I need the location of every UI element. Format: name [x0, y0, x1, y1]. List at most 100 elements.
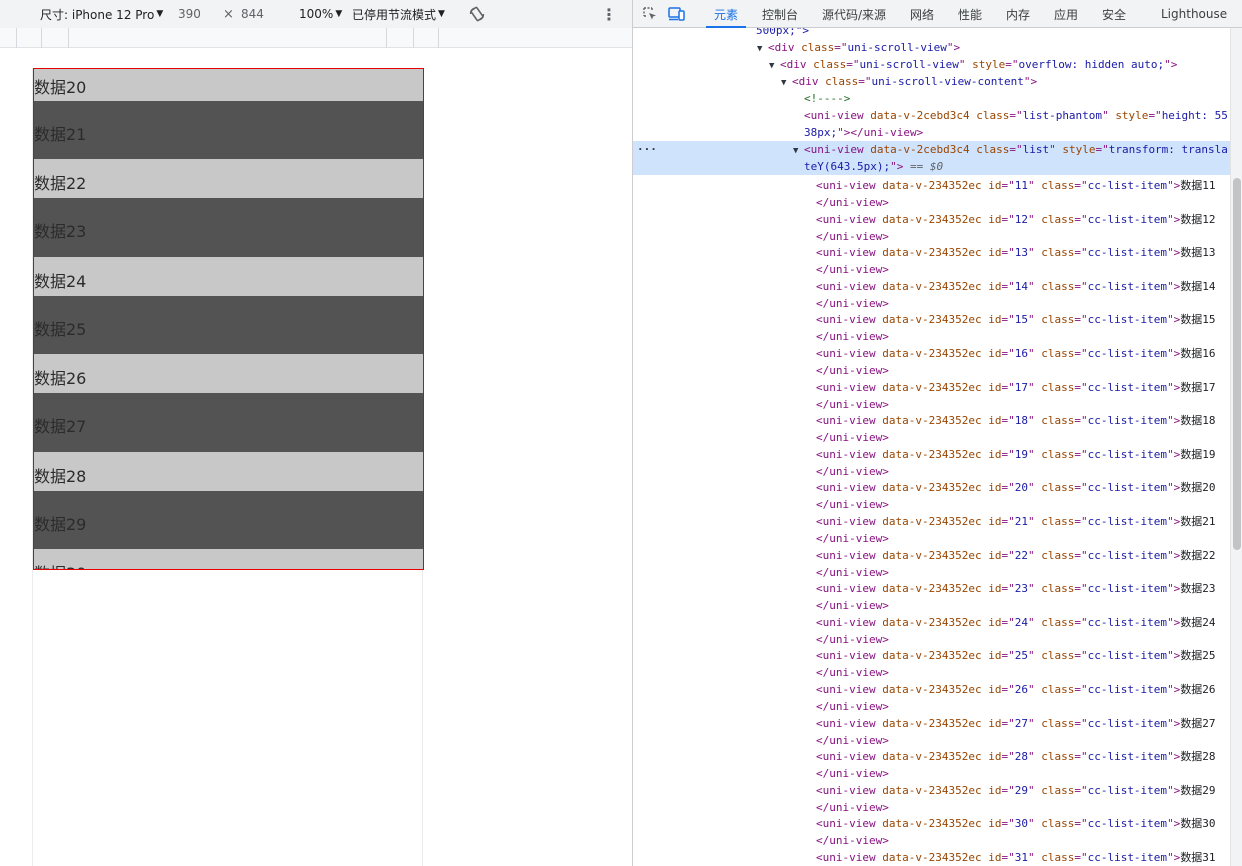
dom-node-list-item[interactable]: <uni-view data-v-234352ec id="19" class=… [633, 446, 1231, 463]
tab-security[interactable]: 安全 [1102, 0, 1126, 28]
dom-node-list-item[interactable]: <uni-view data-v-234352ec id="17" class=… [633, 379, 1231, 396]
attr-name: data-v-234352ec [882, 481, 982, 494]
dom-node-close-tag[interactable]: </uni-view> [633, 597, 1231, 614]
dom-node-list-item[interactable]: <uni-view data-v-234352ec id="27" class=… [633, 715, 1231, 732]
dom-node-list-item[interactable]: <uni-view data-v-234352ec id="11" class=… [633, 177, 1231, 194]
dom-node-list-item[interactable]: <uni-view data-v-234352ec id="29" class=… [633, 782, 1231, 799]
list-item-label: 数据26 [34, 369, 87, 388]
dom-node-close-tag[interactable]: </uni-view> [633, 732, 1231, 749]
dom-node-list-item[interactable]: <uni-view data-v-234352ec id="28" class=… [633, 748, 1231, 765]
list-item[interactable]: 数据28 [34, 452, 423, 491]
dom-node-list-item[interactable]: <uni-view data-v-234352ec id="21" class=… [633, 513, 1231, 530]
tab-console[interactable]: 控制台 [762, 0, 798, 28]
fragment-text: 500px;"> [756, 28, 809, 37]
dom-node-close-tag[interactable]: </uni-view> [633, 799, 1231, 816]
tab-elements[interactable]: 元素 [705, 0, 747, 28]
list-item[interactable]: 数据24 [34, 257, 423, 296]
dom-node-list-item[interactable]: <uni-view data-v-234352ec id="30" class=… [633, 815, 1231, 832]
attr-value: cc-list-item [1087, 414, 1168, 427]
list-item[interactable]: 数据27 [34, 393, 423, 452]
list-item[interactable]: 数据22 [34, 159, 423, 198]
dom-node-list-item[interactable]: <uni-view data-v-234352ec id="20" class=… [633, 479, 1231, 496]
zoom-select[interactable]: 100% ▼ [299, 0, 342, 28]
dom-node-list-item[interactable]: <uni-view data-v-234352ec id="18" class=… [633, 412, 1231, 429]
throttle-select[interactable]: 已停用节流模式 ▼ [352, 0, 445, 28]
dom-node-close-tag[interactable]: </uni-view> [633, 698, 1231, 715]
node-text: 数据28 [1180, 750, 1216, 763]
inspect-element-icon[interactable] [641, 5, 659, 23]
width-input[interactable]: 390 [178, 0, 201, 28]
list-item[interactable]: 数据26 [34, 354, 423, 393]
dom-node-comment[interactable]: <!----> [633, 90, 1231, 107]
dom-node-list-item[interactable]: <uni-view data-v-234352ec id="16" class=… [633, 345, 1231, 362]
list-item[interactable]: 数据23 [34, 198, 423, 257]
list-item[interactable]: 数据25 [34, 296, 423, 354]
dom-node-scroll-view[interactable]: ▼ <div class="uni-scroll-view"> [633, 39, 1231, 56]
rotate-icon[interactable] [467, 0, 487, 28]
dom-node-close-tag[interactable]: </uni-view> [633, 261, 1231, 278]
dom-node-close-tag[interactable]: </uni-view> [633, 362, 1231, 379]
dom-node-close-tag[interactable]: </uni-view> [633, 631, 1231, 648]
dom-node-scroll-content[interactable]: ▼ <div class="uni-scroll-view-content"> [633, 73, 1231, 90]
dom-node-close-tag[interactable]: </uni-view> [633, 295, 1231, 312]
scroll-view[interactable]: 数据20 数据21 数据22 数据23 数据24 数据25 数据26 数据27 … [33, 68, 424, 570]
dom-node-list-item[interactable]: <uni-view data-v-234352ec id="26" class=… [633, 681, 1231, 698]
dom-node-list-item[interactable]: <uni-view data-v-234352ec id="22" class=… [633, 547, 1231, 564]
dom-node-list-item[interactable]: <uni-view data-v-234352ec id="31" class=… [633, 849, 1231, 866]
tab-sources[interactable]: 源代码/来源 [822, 0, 886, 28]
node-text: 数据16 [1180, 347, 1216, 360]
dom-node-close-tag[interactable]: </uni-view> [633, 328, 1231, 345]
dom-node-close-tag[interactable]: </uni-view> [633, 765, 1231, 782]
dom-node-list-item[interactable]: <uni-view data-v-234352ec id="14" class=… [633, 278, 1231, 295]
device-select[interactable]: 尺寸: iPhone 12 Pro ▼ [40, 0, 163, 28]
dom-node-list-item[interactable]: <uni-view data-v-234352ec id="23" class=… [633, 580, 1231, 597]
dom-node-list-item[interactable]: <uni-view data-v-234352ec id="13" class=… [633, 244, 1231, 261]
attr-value: list-phantom [1022, 109, 1103, 122]
dom-scrollbar[interactable] [1230, 28, 1242, 866]
list-item[interactable]: 数据21 [34, 101, 423, 159]
dom-node-list-selected[interactable]: ··· ▼ <uni-view data-v-2cebd3c4 class="li… [633, 141, 1231, 175]
tab-performance[interactable]: 性能 [958, 0, 982, 28]
dom-node-close-tag[interactable]: </uni-view> [633, 832, 1231, 849]
tab-memory[interactable]: 内存 [1006, 0, 1030, 28]
dom-node-close-tag[interactable]: </uni-view> [633, 664, 1231, 681]
dom-node-list-item[interactable]: <uni-view data-v-234352ec id="15" class=… [633, 311, 1231, 328]
more-vertical-icon[interactable]: ⋮ [601, 0, 617, 28]
dom-node-close-tag[interactable]: </uni-view> [633, 194, 1231, 211]
dom-node-close-tag[interactable]: </uni-view> [633, 564, 1231, 581]
dom-node-list-phantom[interactable]: <uni-view data-v-2cebd3c4 class="list-ph… [633, 107, 1231, 124]
dom-node-list-item[interactable]: <uni-view data-v-234352ec id="12" class=… [633, 211, 1231, 228]
attr-value: 19 [1014, 448, 1028, 461]
height-input[interactable]: 844 [241, 0, 264, 28]
attr-name: data-v-234352ec [882, 246, 982, 259]
throttle-select-label: 已停用节流模式 [352, 7, 437, 22]
dom-node-scroll-view-inner[interactable]: ▼ <div class="uni-scroll-view" style="ove… [633, 56, 1231, 73]
dom-node-close-tag[interactable]: </uni-view> [633, 429, 1231, 446]
list-item[interactable]: 数据20 [34, 69, 423, 101]
attr-name: data-v-234352ec [882, 414, 982, 427]
dom-node-list-item[interactable]: <uni-view data-v-234352ec id="24" class=… [633, 614, 1231, 631]
dom-node-close-tag[interactable]: </uni-view> [633, 228, 1231, 245]
list-item[interactable]: 数据29 [34, 491, 423, 549]
dom-node-list-phantom-cont[interactable]: 38px;"></uni-view> [633, 124, 1231, 141]
dom-scrollbar-thumb[interactable] [1233, 178, 1241, 550]
node-text: 数据23 [1180, 582, 1216, 595]
dom-node-list-item[interactable]: <uni-view data-v-234352ec id="25" class=… [633, 647, 1231, 664]
dom-node-close-tag[interactable]: </uni-view> [633, 396, 1231, 413]
attr-value: cc-list-item [1087, 515, 1168, 528]
dom-node-fragment[interactable]: 500px;"> [633, 28, 1231, 39]
device-emulation-pane: 尺寸: iPhone 12 Pro ▼ 390 × 844 100% ▼ 已停用… [0, 0, 632, 866]
attr-value: 23 [1014, 582, 1028, 595]
attr-value: cc-list-item [1087, 683, 1168, 696]
dom-node-close-tag[interactable]: </uni-view> [633, 530, 1231, 547]
tab-application[interactable]: 应用 [1054, 0, 1078, 28]
tab-lighthouse[interactable]: Lighthouse [1161, 0, 1227, 28]
dom-node-close-tag[interactable]: </uni-view> [633, 463, 1231, 480]
device-toggle-icon[interactable] [668, 5, 686, 23]
dom-node-close-tag[interactable]: </uni-view> [633, 496, 1231, 513]
list-item[interactable]: 数据30 [34, 549, 423, 569]
ellipsis-icon[interactable]: ··· [637, 141, 657, 158]
tab-network[interactable]: 网络 [910, 0, 934, 28]
attr-value: list [1022, 143, 1050, 156]
expand-triangle-icon[interactable]: ▼ [793, 143, 804, 160]
